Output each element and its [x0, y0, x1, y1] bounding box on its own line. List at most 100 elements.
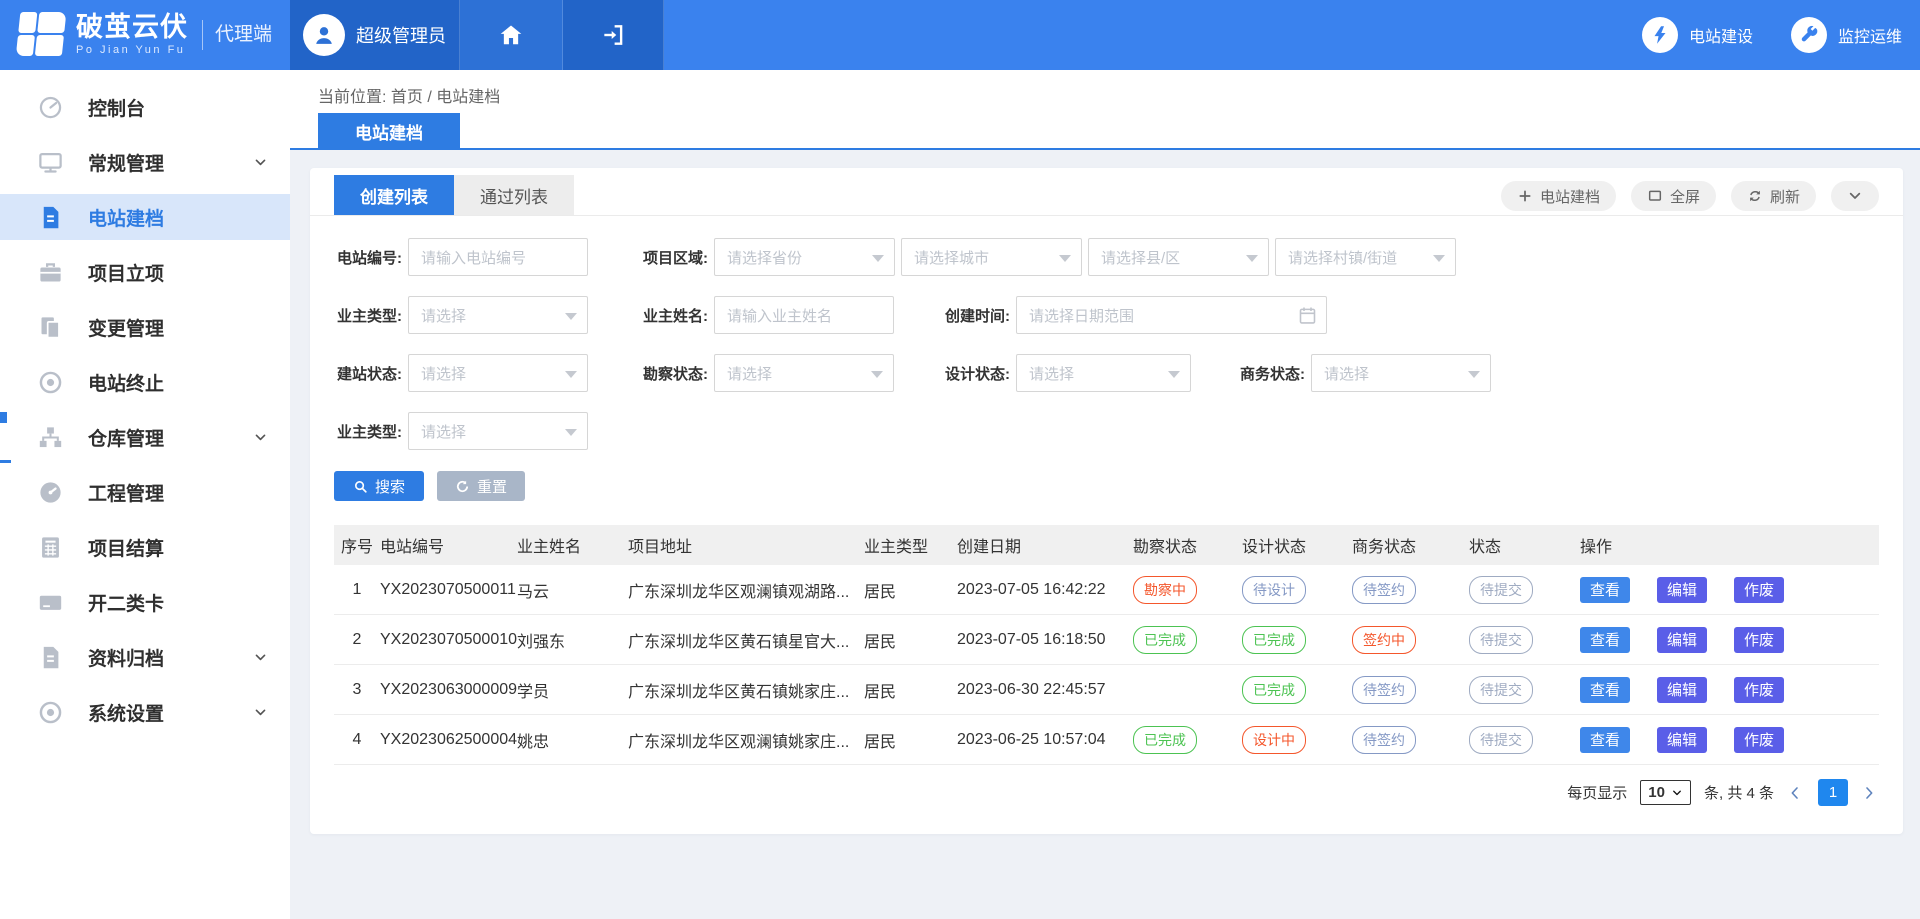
owner-type-select[interactable]: 请选择	[408, 296, 588, 334]
next-page-button[interactable]	[1861, 784, 1879, 802]
prev-page-button[interactable]	[1787, 784, 1805, 802]
tool-chevron-down-button[interactable]	[1831, 181, 1879, 211]
table-row: 4YX2023062500004姚忠广东深圳龙华区观澜镇姚家庄...居民2023…	[334, 715, 1879, 765]
sidebar-item-calculator[interactable]: 项目结算	[0, 524, 290, 570]
status-cell: 签约中	[1352, 626, 1469, 654]
chevron-down-icon	[253, 650, 268, 665]
owner-type-2-select[interactable]: 请选择	[408, 412, 588, 450]
sidebar-item-dashboard[interactable]: 控制台	[0, 84, 290, 130]
column-header: 业主姓名	[517, 533, 628, 557]
sidebar-item-label: 电站建档	[88, 204, 164, 231]
view-button[interactable]: 查看	[1580, 727, 1630, 753]
filter-create-time: 创建时间: 请选择日期范围	[942, 296, 1327, 334]
avatar	[303, 14, 345, 56]
design-status-select[interactable]: 请选择	[1016, 354, 1191, 392]
nav-monitor-ops[interactable]: 监控运维	[1791, 17, 1902, 53]
caret-down-icon	[1246, 255, 1258, 262]
refresh-icon	[1747, 188, 1763, 204]
list-tab[interactable]: 通过列表	[454, 175, 574, 215]
tool-fullscreen-button[interactable]: 全屏	[1631, 181, 1716, 211]
status-badge: 已完成	[1242, 676, 1306, 704]
home-button[interactable]	[460, 0, 563, 70]
edit-button[interactable]: 编辑	[1657, 727, 1707, 753]
card-icon	[37, 589, 64, 616]
sidebar-item-monitor[interactable]: 常规管理	[0, 139, 290, 185]
fullscreen-icon	[1647, 188, 1663, 204]
status-badge: 待提交	[1469, 576, 1533, 604]
date-range-input[interactable]: 请选择日期范围	[1016, 296, 1327, 334]
column-header: 勘察状态	[1133, 533, 1242, 557]
status-badge: 待提交	[1469, 676, 1533, 704]
topbar: 当前位置: 首页 / 电站建档 电站建档	[290, 70, 1920, 150]
station-code-input[interactable]: 请输入电站编号	[408, 238, 588, 276]
sidebar-item-label: 控制台	[88, 94, 145, 121]
caret-down-icon	[1059, 255, 1071, 262]
sidebar-item-sitemap[interactable]: 仓库管理	[0, 414, 290, 460]
per-page-select[interactable]: 10	[1640, 780, 1691, 805]
status-cell: 待提交	[1469, 626, 1580, 654]
county-select[interactable]: 请选择县/区	[1088, 238, 1269, 276]
view-button[interactable]: 查看	[1580, 677, 1630, 703]
sidebar-item-briefcase[interactable]: 项目立项	[0, 249, 290, 295]
city-select[interactable]: 请选择城市	[901, 238, 1082, 276]
caret-down-icon	[1433, 255, 1445, 262]
sidebar-item-card[interactable]: 开二类卡	[0, 579, 290, 625]
void-button[interactable]: 作废	[1734, 727, 1784, 753]
caret-down-icon	[565, 313, 577, 320]
view-button[interactable]: 查看	[1580, 577, 1630, 603]
table-cell: YX2023070500011	[380, 581, 517, 599]
business-status-select[interactable]: 请选择	[1311, 354, 1491, 392]
sidebar-item-gauge[interactable]: 工程管理	[0, 469, 290, 515]
owner-name-input[interactable]: 请输入业主姓名	[714, 296, 894, 334]
status-badge: 已完成	[1133, 626, 1197, 654]
brand-title: 破茧云伏	[76, 14, 188, 41]
void-button[interactable]: 作废	[1734, 677, 1784, 703]
void-button[interactable]: 作废	[1734, 577, 1784, 603]
tool-plus-button[interactable]: 电站建档	[1501, 181, 1616, 211]
edit-button[interactable]: 编辑	[1657, 677, 1707, 703]
caret-down-icon	[565, 371, 577, 378]
status-badge: 待设计	[1242, 576, 1306, 604]
province-select[interactable]: 请选择省份	[714, 238, 895, 276]
edit-button[interactable]: 编辑	[1657, 577, 1707, 603]
current-page[interactable]: 1	[1818, 779, 1848, 806]
sidebar-item-gear[interactable]: 系统设置	[0, 689, 290, 735]
table-cell: 3	[334, 681, 380, 699]
page-tab-station-archive[interactable]: 电站建档	[318, 113, 460, 150]
tool-refresh-button[interactable]: 刷新	[1731, 181, 1816, 211]
table-cell: 广东深圳龙华区黄石镇姚家庄...	[628, 678, 864, 702]
filter-label: 项目区域:	[640, 247, 708, 268]
survey-status-select[interactable]: 请选择	[714, 354, 894, 392]
station-table: 序号电站编号业主姓名项目地址业主类型创建日期勘察状态设计状态商务状态状态操作1Y…	[334, 525, 1879, 765]
portal-badge: 代理端	[202, 20, 272, 50]
wrench-icon	[1798, 24, 1820, 46]
home-icon	[498, 22, 524, 48]
target-icon	[37, 369, 64, 396]
build-status-select[interactable]: 请选择	[408, 354, 588, 392]
nav-label: 监控运维	[1838, 23, 1902, 47]
column-header: 状态	[1469, 533, 1580, 557]
sidebar-item-target[interactable]: 电站终止	[0, 359, 290, 405]
per-page-label: 每页显示	[1567, 782, 1627, 803]
sidebar-item-file[interactable]: 资料归档	[0, 634, 290, 680]
nav-station-build[interactable]: 电站建设	[1642, 17, 1753, 53]
sidebar-item-label: 电站终止	[88, 369, 164, 396]
user-menu[interactable]: 超级管理员	[290, 0, 460, 70]
actions-cell: 查看 编辑 作废	[1580, 627, 1879, 653]
list-tab[interactable]: 创建列表	[334, 175, 454, 215]
sidebar-item-copy[interactable]: 变更管理	[0, 304, 290, 350]
sitemap-icon	[37, 424, 64, 451]
search-button[interactable]: 搜索	[334, 471, 424, 501]
table-cell: 马云	[517, 578, 628, 602]
view-button[interactable]: 查看	[1580, 627, 1630, 653]
nav-label: 电站建设	[1689, 23, 1753, 47]
table-cell: 2023-06-30 22:45:57	[957, 681, 1133, 699]
void-button[interactable]: 作废	[1734, 627, 1784, 653]
edit-button[interactable]: 编辑	[1657, 627, 1707, 653]
table-header-row: 序号电站编号业主姓名项目地址业主类型创建日期勘察状态设计状态商务状态状态操作	[334, 525, 1879, 565]
logout-button[interactable]	[563, 0, 664, 70]
sidebar-item-document[interactable]: 电站建档	[0, 194, 290, 240]
status-cell: 已完成	[1133, 726, 1242, 754]
reset-button[interactable]: 重置	[437, 471, 525, 501]
town-select[interactable]: 请选择村镇/街道	[1275, 238, 1456, 276]
